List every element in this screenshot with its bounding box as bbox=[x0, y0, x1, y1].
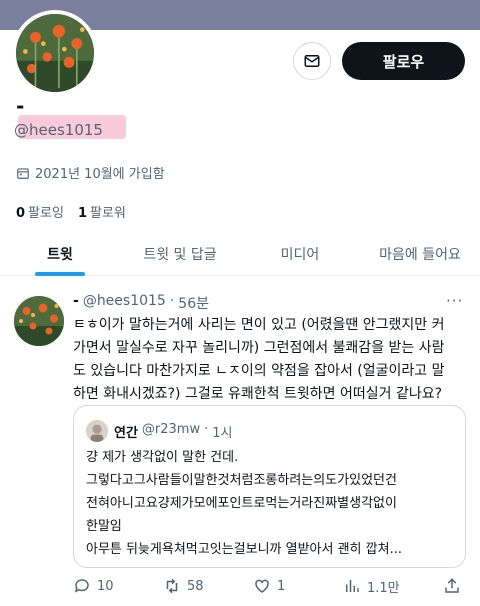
quote-avatar bbox=[86, 420, 108, 442]
tab-likes[interactable]: 마음에 들어요 bbox=[360, 232, 480, 275]
retweet-count: 58 bbox=[187, 578, 204, 594]
reply-button[interactable]: 10 bbox=[73, 577, 163, 595]
quote-author-handle: @r23mw bbox=[141, 422, 201, 437]
tweet-more-icon[interactable]: ··· bbox=[446, 292, 463, 310]
person-photo-icon bbox=[86, 420, 108, 442]
quote-text-line: 한말임 bbox=[86, 519, 122, 534]
quote-header: 연간 @r23mw · 1시 bbox=[114, 422, 232, 441]
tab-tweets[interactable]: 트윗 bbox=[0, 232, 120, 275]
flower-painting-icon bbox=[14, 296, 64, 346]
quote-text-line: 그렇다고그사람들이말한것처럼조롱하려는의도가있었던건 bbox=[86, 473, 397, 488]
tab-media[interactable]: 미디어 bbox=[240, 232, 360, 275]
message-button[interactable] bbox=[293, 42, 331, 80]
views-bar-icon bbox=[346, 580, 359, 592]
quote-text-line: 아무튼 뒤늦게욕쳐먹고잇는걸보니까 열받아서 괜히 깝쳐... bbox=[86, 542, 402, 557]
calendar-icon bbox=[17, 167, 29, 179]
flower-painting-icon bbox=[16, 14, 94, 92]
quote-text-line: 걍 제가 생각없이 말한 건데. bbox=[86, 450, 239, 465]
views-button[interactable]: 1.1만 bbox=[343, 577, 443, 596]
tweet-text-line: 도 있습니다 마찬가지로 ㄴㅈ이의 약점을 잡아서 (얼굴이라고 말 bbox=[73, 363, 445, 379]
heart-icon bbox=[255, 579, 269, 593]
tweet-text-line: 가면서 말실수로 자꾸 놀리니까) 그런점에서 불쾌감을 받는 사람 bbox=[73, 340, 445, 356]
retweet-button[interactable]: 58 bbox=[163, 577, 253, 595]
share-icon bbox=[445, 578, 459, 593]
join-date: 2021년 10월에 가입함 bbox=[16, 163, 165, 182]
reply-icon bbox=[74, 579, 89, 593]
quote-text: 걍 제가 생각없이 말한 건데. 그렇다고그사람들이말한것처럼조롱하려는의도가있… bbox=[86, 446, 458, 561]
profile-tabs: 트윗 트윗 및 답글 미디어 마음에 들어요 bbox=[0, 232, 480, 276]
followers-count: 1 bbox=[77, 206, 87, 221]
following-stat[interactable]: 0 팔로잉 bbox=[16, 202, 64, 221]
tweet-actions: 10 58 1 1.1만 bbox=[73, 574, 468, 598]
tweet-text-line: 하면 화내시겠죠?) 그걸로 유쾌한척 트윗하면 어떠실거 같나요? bbox=[73, 386, 443, 402]
reply-count: 10 bbox=[97, 578, 114, 594]
quote-text-line: 전혀아니고요걍제가모에포인트로먹는거라진짜별생각없이 bbox=[86, 496, 397, 511]
followers-stat[interactable]: 1 팔로워 bbox=[78, 202, 126, 221]
tab-tweets-and-replies[interactable]: 트윗 및 답글 bbox=[120, 232, 240, 275]
profile-handle: @hees1015 bbox=[14, 121, 103, 139]
view-count: 1.1만 bbox=[367, 580, 400, 596]
following-label: 팔로잉 bbox=[28, 206, 64, 221]
share-button[interactable] bbox=[443, 577, 461, 595]
quote-separator: · bbox=[204, 422, 209, 437]
profile-avatar[interactable] bbox=[12, 10, 98, 96]
like-count: 1 bbox=[277, 578, 286, 594]
envelope-icon bbox=[304, 55, 320, 67]
quote-author-name: 연간 bbox=[114, 426, 138, 441]
like-button[interactable]: 1 bbox=[253, 577, 343, 595]
quoted-tweet[interactable]: 연간 @r23mw · 1시 걍 제가 생각없이 말한 건데. 그렇다고그사람들… bbox=[73, 405, 466, 568]
tweet-text-line: ㅌㅎ이가 말하는거에 사리는 면이 있고 (어렸을땐 안그랬지만 커 bbox=[73, 317, 445, 333]
tweet-author-name[interactable]: - bbox=[73, 293, 79, 313]
tweet-text: ㅌㅎ이가 말하는거에 사리는 면이 있고 (어렸을땐 안그랬지만 커 가면서 말… bbox=[73, 314, 473, 406]
tweet-avatar[interactable] bbox=[14, 296, 64, 346]
retweet-icon bbox=[166, 578, 178, 594]
tweet-separator: · bbox=[169, 293, 175, 309]
join-date-text: 2021년 10월에 가입함 bbox=[35, 167, 165, 182]
quote-time: 1시 bbox=[212, 426, 233, 441]
following-count: 0 bbox=[16, 206, 26, 221]
follow-button[interactable]: 팔로우 bbox=[342, 42, 465, 80]
tweet-author-handle[interactable]: @hees1015 bbox=[83, 293, 166, 313]
follow-stats: 0 팔로잉 1 팔로워 bbox=[16, 202, 126, 221]
tweet-time[interactable]: 56분 bbox=[178, 293, 209, 313]
followers-label: 팔로워 bbox=[89, 206, 126, 221]
tweet-header: - @hees1015 · 56분 bbox=[73, 293, 209, 313]
